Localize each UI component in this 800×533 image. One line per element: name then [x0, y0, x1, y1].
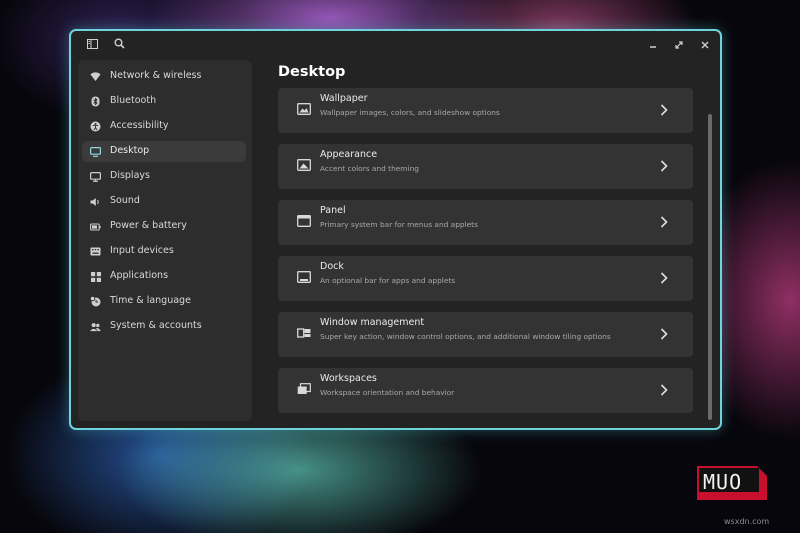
sidebar-item-applications[interactable]: Applications — [82, 266, 246, 287]
speaker-icon — [90, 196, 101, 207]
panel-icon — [296, 213, 312, 229]
sidebar-item-label: Applications — [110, 270, 169, 281]
watermark-brand: MUO — [703, 470, 743, 494]
minimize-icon[interactable] — [644, 37, 662, 55]
card-description: Wallpaper images, colors, and slideshow … — [320, 108, 500, 117]
card-description: Super key action, window control options… — [320, 332, 611, 341]
sidebar-item-system-accounts[interactable]: System & accounts — [82, 316, 246, 337]
wifi-icon — [90, 71, 101, 82]
titlebar — [71, 31, 720, 61]
desktop-icon — [90, 146, 101, 157]
close-icon[interactable] — [696, 37, 714, 55]
sidebar-item-power-battery[interactable]: Power & battery — [82, 216, 246, 237]
sidebar-item-sound[interactable]: Sound — [82, 191, 246, 212]
appearance-icon — [296, 157, 312, 173]
maximize-icon[interactable] — [670, 37, 688, 55]
settings-card-wallpaper[interactable]: Wallpaper Wallpaper images, colors, and … — [278, 88, 693, 133]
bluetooth-icon — [90, 96, 101, 107]
card-title: Wallpaper — [320, 93, 368, 104]
card-description: Accent colors and theming — [320, 164, 419, 173]
chevron-right-icon — [657, 326, 671, 342]
settings-window: Network & wireless Bluetooth Accessibili… — [69, 29, 722, 430]
users-icon — [90, 321, 101, 332]
display-icon — [90, 171, 101, 182]
sidebar-item-label: Desktop — [110, 145, 150, 156]
sidebar-toggle-icon[interactable] — [83, 37, 101, 55]
workspaces-icon — [296, 381, 312, 397]
card-description: An optional bar for apps and applets — [320, 276, 456, 285]
chevron-right-icon — [657, 382, 671, 398]
card-title: Panel — [320, 205, 346, 216]
sidebar-item-label: Bluetooth — [110, 95, 157, 106]
sidebar: Network & wireless Bluetooth Accessibili… — [78, 60, 252, 421]
image-icon — [296, 101, 312, 117]
chevron-right-icon — [657, 270, 671, 286]
sidebar-item-label: System & accounts — [110, 320, 202, 331]
window-management-icon — [296, 325, 312, 341]
card-title: Appearance — [320, 149, 378, 160]
sidebar-item-displays[interactable]: Displays — [82, 166, 246, 187]
card-description: Workspace orientation and behavior — [320, 388, 455, 397]
settings-list: Wallpaper Wallpaper images, colors, and … — [278, 88, 694, 417]
watermark-logo: MUO — [697, 466, 767, 500]
sidebar-item-label: Sound — [110, 195, 140, 206]
card-title: Window management — [320, 317, 425, 328]
settings-card-appearance[interactable]: Appearance Accent colors and theming — [278, 144, 693, 189]
sidebar-item-input-devices[interactable]: Input devices — [82, 241, 246, 262]
sidebar-item-label: Network & wireless — [110, 70, 202, 81]
settings-card-window-management[interactable]: Window management Super key action, wind… — [278, 312, 693, 357]
card-title: Workspaces — [320, 373, 377, 384]
watermark-site: wsxdn.com — [724, 517, 770, 526]
clock-globe-icon — [90, 296, 101, 307]
chevron-right-icon — [657, 102, 671, 118]
sidebar-item-label: Input devices — [110, 245, 174, 256]
dock-icon — [296, 269, 312, 285]
search-icon[interactable] — [110, 37, 128, 55]
keyboard-icon — [90, 246, 101, 257]
sidebar-item-desktop[interactable]: Desktop — [82, 141, 246, 162]
settings-card-panel[interactable]: Panel Primary system bar for menus and a… — [278, 200, 693, 245]
page-title: Desktop — [278, 64, 346, 80]
scrollbar[interactable] — [708, 114, 712, 420]
sidebar-item-label: Time & language — [110, 295, 191, 306]
chevron-right-icon — [657, 214, 671, 230]
chevron-right-icon — [657, 158, 671, 174]
sidebar-item-bluetooth[interactable]: Bluetooth — [82, 91, 246, 112]
sidebar-item-network-wireless[interactable]: Network & wireless — [82, 66, 246, 87]
sidebar-item-label: Accessibility — [110, 120, 169, 131]
card-description: Primary system bar for menus and applets — [320, 220, 478, 229]
settings-card-workspaces[interactable]: Workspaces Workspace orientation and beh… — [278, 368, 693, 413]
accessibility-icon — [90, 121, 101, 132]
card-title: Dock — [320, 261, 344, 272]
sidebar-item-time-language[interactable]: Time & language — [82, 291, 246, 312]
settings-card-dock[interactable]: Dock An optional bar for apps and applet… — [278, 256, 693, 301]
apps-grid-icon — [90, 271, 101, 282]
sidebar-item-label: Power & battery — [110, 220, 187, 231]
battery-icon — [90, 221, 101, 232]
sidebar-item-accessibility[interactable]: Accessibility — [82, 116, 246, 137]
sidebar-item-label: Displays — [110, 170, 150, 181]
